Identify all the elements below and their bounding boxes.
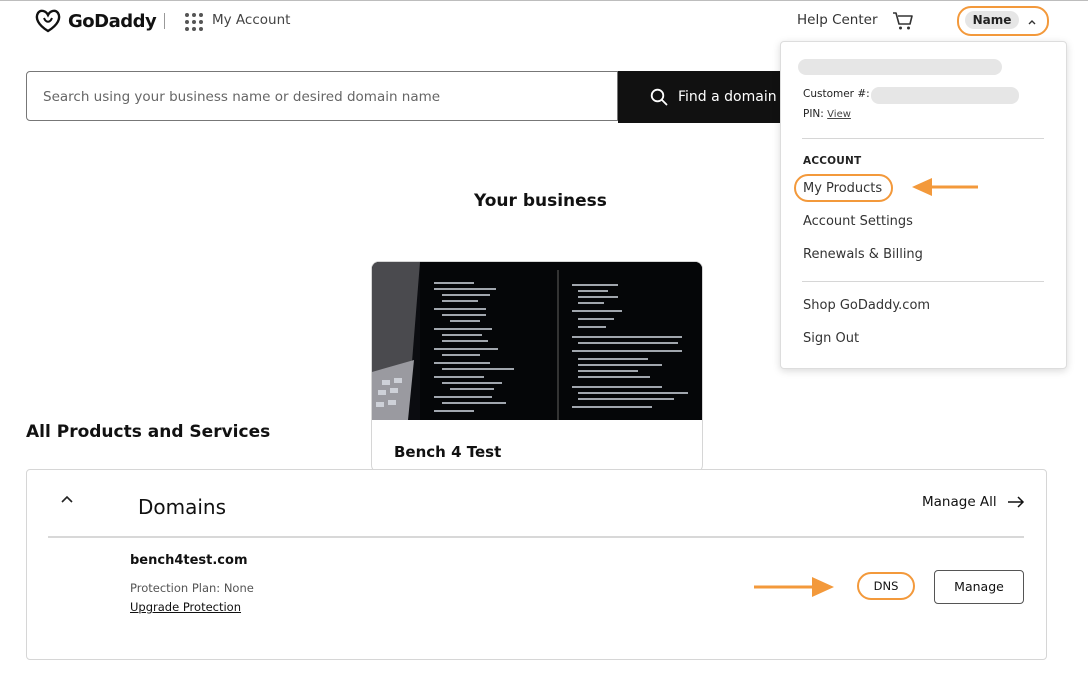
domain-search-input[interactable] xyxy=(41,72,605,122)
find-domain-label: Find a domain xyxy=(678,89,777,105)
menu-item-renewals-billing[interactable]: Renewals & Billing xyxy=(803,247,923,262)
pin-label: PIN: xyxy=(803,108,824,120)
menu-divider xyxy=(802,281,1044,282)
menu-item-shop-godaddy[interactable]: Shop GoDaddy.com xyxy=(803,298,930,313)
all-products-heading: All Products and Services xyxy=(26,422,271,442)
panel-divider xyxy=(48,536,1024,538)
manage-button[interactable]: Manage xyxy=(934,570,1024,604)
dns-button[interactable]: DNS xyxy=(857,572,915,600)
user-name: Name xyxy=(965,11,1019,29)
your-business-heading: Your business xyxy=(474,191,607,211)
menu-divider xyxy=(802,138,1044,139)
customer-number-label: Customer #: xyxy=(803,88,870,100)
upgrade-protection-link[interactable]: Upgrade Protection xyxy=(130,600,241,614)
business-card[interactable]: Bench 4 Test xyxy=(371,261,703,473)
help-center-link[interactable]: Help Center xyxy=(797,12,878,28)
chevron-up-icon xyxy=(1028,20,1036,25)
brand-name: GoDaddy xyxy=(68,10,157,32)
godaddy-logo[interactable]: GoDaddy xyxy=(34,9,157,33)
chevron-up-icon[interactable] xyxy=(60,492,74,506)
domains-title: Domains xyxy=(138,495,227,519)
manage-all-label: Manage All xyxy=(922,494,997,510)
domains-panel: Domains Manage All bench4test.com Protec… xyxy=(26,469,1047,660)
annotation-arrow-left xyxy=(912,178,978,196)
account-section-label: ACCOUNT xyxy=(803,155,862,167)
godaddy-logo-icon xyxy=(35,9,61,33)
my-account-link[interactable]: My Account xyxy=(212,12,290,28)
search-icon xyxy=(650,88,668,106)
top-border xyxy=(0,0,1088,1)
header-divider xyxy=(164,13,165,29)
manage-all-link[interactable]: Manage All xyxy=(922,494,1025,510)
menu-item-my-products[interactable]: My Products xyxy=(803,181,882,196)
pin-row: PIN: View xyxy=(803,108,851,120)
apps-grid-icon[interactable] xyxy=(185,13,203,31)
menu-item-sign-out[interactable]: Sign Out xyxy=(803,331,859,346)
menu-item-account-settings[interactable]: Account Settings xyxy=(803,214,913,229)
customer-number-placeholder xyxy=(871,87,1019,104)
business-card-title: Bench 4 Test xyxy=(394,443,502,461)
arrow-right-icon xyxy=(1007,496,1024,508)
cart-icon[interactable] xyxy=(892,11,914,35)
business-card-image xyxy=(372,262,702,420)
pin-view-link[interactable]: View xyxy=(827,109,851,120)
annotation-arrow-right xyxy=(754,577,834,597)
find-domain-button[interactable]: Find a domain xyxy=(618,71,788,123)
domain-search-box xyxy=(26,71,618,122)
protection-plan: Protection Plan: None xyxy=(130,581,254,595)
account-menu-button[interactable]: Name xyxy=(957,6,1049,36)
domain-name[interactable]: bench4test.com xyxy=(130,553,248,568)
account-dropdown-menu: Customer #: PIN: View ACCOUNT My Product… xyxy=(780,41,1067,369)
account-name-placeholder xyxy=(798,59,1002,75)
